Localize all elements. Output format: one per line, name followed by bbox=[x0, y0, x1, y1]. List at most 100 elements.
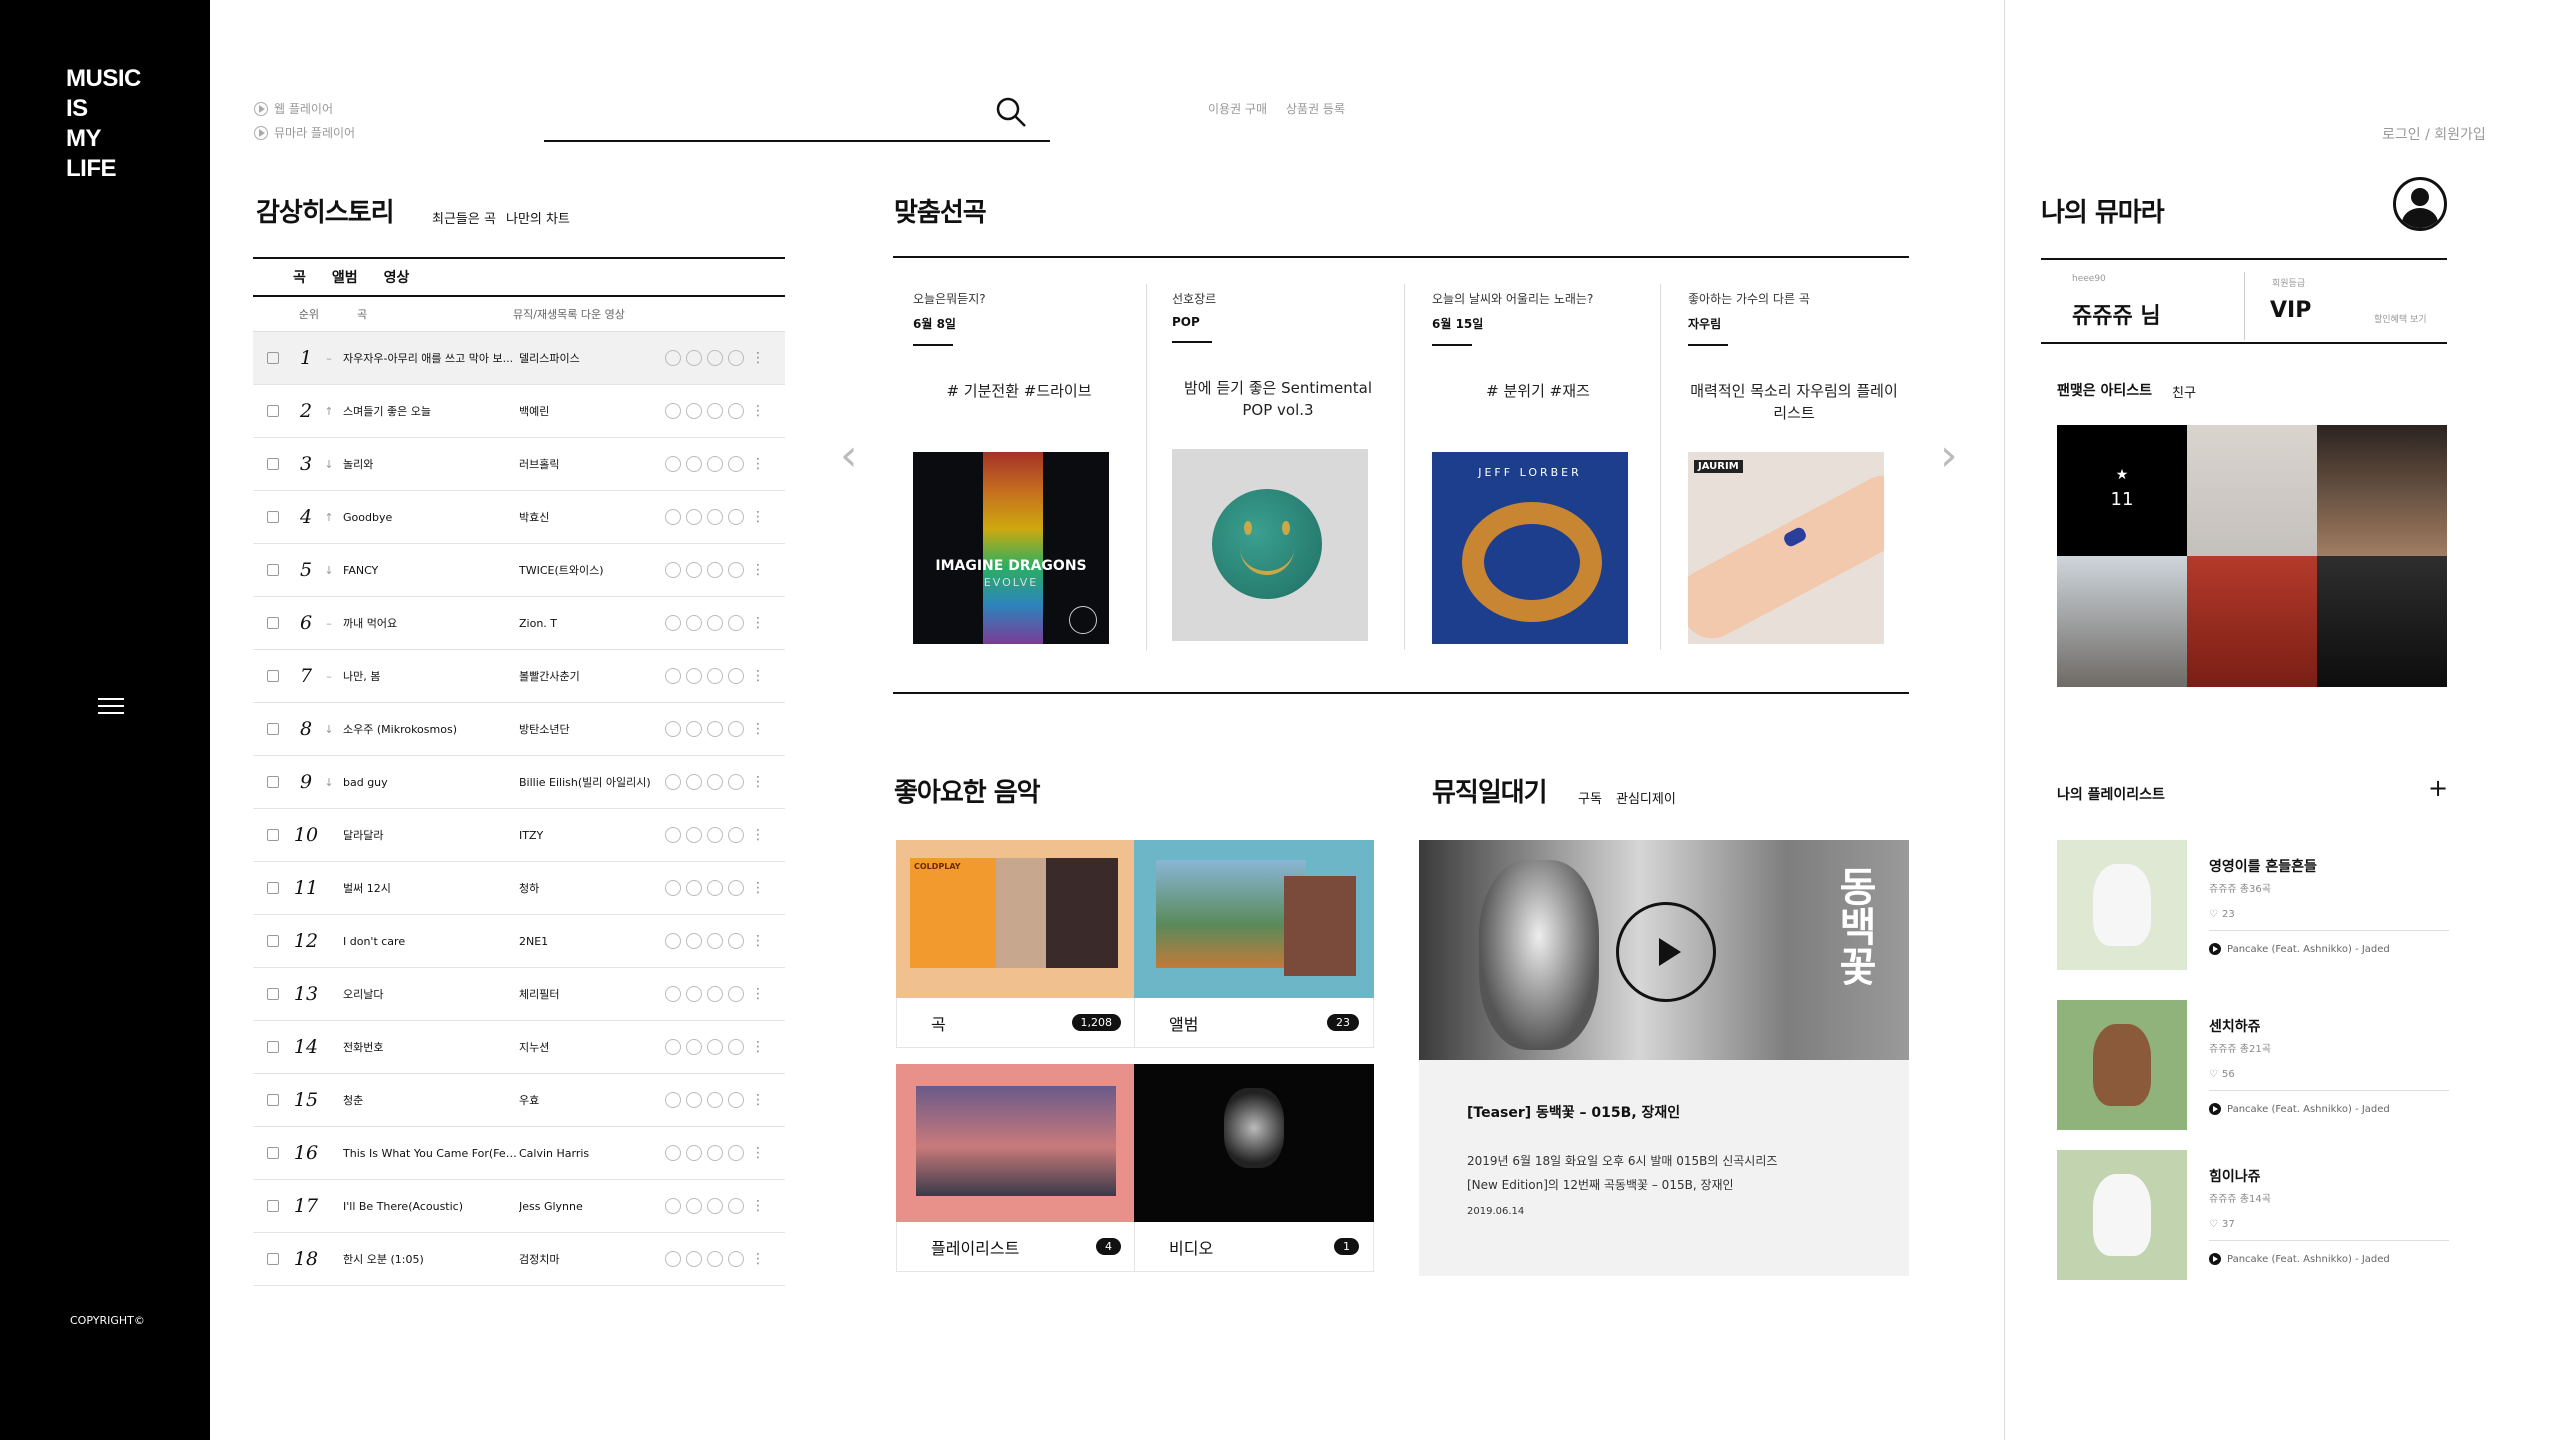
row-checkbox[interactable] bbox=[267, 988, 279, 1000]
search-icon[interactable] bbox=[995, 96, 1027, 128]
video-icon[interactable] bbox=[728, 1251, 744, 1267]
more-icon[interactable]: ⋮ bbox=[751, 1039, 765, 1055]
video-card[interactable]: 동백꽃 [Teaser] 동백꽃 – 015B, 장재인 2019년 6월 18… bbox=[1419, 840, 1909, 1276]
download-icon[interactable] bbox=[707, 721, 723, 737]
download-icon[interactable] bbox=[707, 880, 723, 896]
more-icon[interactable]: ⋮ bbox=[751, 774, 765, 790]
video-icon[interactable] bbox=[728, 615, 744, 631]
benefit-link[interactable]: 할인혜택 보기 bbox=[2374, 312, 2427, 325]
chevron-left-icon[interactable]: ‹ bbox=[840, 430, 858, 481]
add-icon[interactable] bbox=[686, 562, 702, 578]
heart-icon[interactable]: ♡ bbox=[2209, 1219, 2218, 1230]
row-artist[interactable]: 백예린 bbox=[519, 403, 665, 419]
row-artist[interactable]: 체리필터 bbox=[519, 986, 665, 1002]
video-thumbnail[interactable]: 동백꽃 bbox=[1419, 840, 1909, 1060]
row-song[interactable]: This Is What You Came For(Fea... bbox=[339, 1147, 519, 1160]
playlist-item[interactable]: 센치하쥬 쥬쥬쥬 총21곡 ♡ 56 Pancake (Feat. Ashnikko) … bbox=[2057, 1000, 2449, 1130]
video-icon[interactable] bbox=[728, 1039, 744, 1055]
download-icon[interactable] bbox=[707, 933, 723, 949]
profile-icon[interactable] bbox=[2393, 177, 2447, 231]
playlist-name[interactable]: 힘이나쥬 bbox=[2209, 1166, 2449, 1186]
row-artist[interactable]: 검정치마 bbox=[519, 1251, 665, 1267]
heart-icon[interactable]: ♡ bbox=[2209, 909, 2218, 920]
row-song[interactable]: 벌써 12시 bbox=[339, 880, 519, 896]
more-icon[interactable]: ⋮ bbox=[751, 1198, 765, 1214]
play-icon[interactable] bbox=[665, 1251, 681, 1267]
more-icon[interactable]: ⋮ bbox=[751, 721, 765, 737]
video-icon[interactable] bbox=[728, 668, 744, 684]
download-icon[interactable] bbox=[707, 350, 723, 366]
add-icon[interactable] bbox=[686, 721, 702, 737]
playlist-thumbnail[interactable] bbox=[2057, 1000, 2187, 1130]
add-icon[interactable] bbox=[686, 774, 702, 790]
row-song[interactable]: 한시 오분 (1:05) bbox=[339, 1251, 519, 1267]
more-icon[interactable]: ⋮ bbox=[751, 668, 765, 684]
play-circle-icon[interactable] bbox=[1069, 606, 1097, 634]
playlist-item[interactable]: 영영이를 흔들흔들 쥬쥬쥬 총36곡 ♡ 23 Pancake (Feat. Ashni… bbox=[2057, 840, 2449, 970]
play-icon[interactable] bbox=[665, 403, 681, 419]
row-artist[interactable]: 델리스파이스 bbox=[519, 350, 665, 366]
add-playlist-icon[interactable]: + bbox=[2428, 774, 2448, 802]
video-icon[interactable] bbox=[728, 1092, 744, 1108]
logo[interactable]: MUSIC IS MY LIFE bbox=[66, 64, 141, 184]
play-icon[interactable] bbox=[665, 986, 681, 1002]
more-icon[interactable]: ⋮ bbox=[751, 456, 765, 472]
table-row[interactable]: 7– 나만, 봄 볼빨간사춘기 ⋮ bbox=[253, 650, 785, 703]
download-icon[interactable] bbox=[707, 403, 723, 419]
table-row[interactable]: 5 ↓ FANCY TWICE(트와이스) ⋮ bbox=[253, 544, 785, 597]
video-icon[interactable] bbox=[728, 774, 744, 790]
video-title[interactable]: [Teaser] 동백꽃 – 015B, 장재인 bbox=[1467, 1102, 1680, 1122]
table-row[interactable]: 6– 까내 먹어요 Zion. T ⋮ bbox=[253, 597, 785, 650]
row-checkbox[interactable] bbox=[267, 511, 279, 523]
download-icon[interactable] bbox=[707, 562, 723, 578]
liked-tile-albums[interactable]: 앨범 23 bbox=[1134, 840, 1374, 1048]
video-icon[interactable] bbox=[728, 509, 744, 525]
row-song[interactable]: 까내 먹어요 bbox=[339, 615, 519, 631]
video-icon[interactable] bbox=[728, 562, 744, 578]
search-input[interactable] bbox=[544, 140, 1050, 142]
add-icon[interactable] bbox=[686, 1039, 702, 1055]
add-icon[interactable] bbox=[686, 933, 702, 949]
liked-tile-songs[interactable]: COLDPLAY 곡 1,208 bbox=[896, 840, 1136, 1048]
fav-artist-count[interactable]: ★ 11 bbox=[2057, 425, 2187, 556]
album-cover[interactable]: JAURIM bbox=[1688, 452, 1884, 644]
download-icon[interactable] bbox=[707, 1145, 723, 1161]
tab-recent[interactable]: 최근들은 곡 bbox=[432, 208, 496, 227]
row-checkbox[interactable] bbox=[267, 1094, 279, 1106]
download-icon[interactable] bbox=[707, 456, 723, 472]
more-icon[interactable]: ⋮ bbox=[751, 1145, 765, 1161]
table-row[interactable]: 16 This Is What You Came For(Fea... Calvin… bbox=[253, 1127, 785, 1180]
play-icon[interactable] bbox=[665, 668, 681, 684]
video-icon[interactable] bbox=[728, 933, 744, 949]
video-icon[interactable] bbox=[728, 456, 744, 472]
play-icon[interactable] bbox=[665, 1092, 681, 1108]
more-icon[interactable]: ⋮ bbox=[751, 403, 765, 419]
row-checkbox[interactable] bbox=[267, 458, 279, 470]
row-checkbox[interactable] bbox=[267, 829, 279, 841]
row-checkbox[interactable] bbox=[267, 882, 279, 894]
more-icon[interactable]: ⋮ bbox=[751, 1092, 765, 1108]
add-icon[interactable] bbox=[686, 615, 702, 631]
play-icon[interactable] bbox=[2209, 1103, 2221, 1115]
table-row[interactable]: 10 달라달라 ITZY ⋮ bbox=[253, 809, 785, 862]
row-artist[interactable]: 방탄소년단 bbox=[519, 721, 665, 737]
more-icon[interactable]: ⋮ bbox=[751, 615, 765, 631]
row-checkbox[interactable] bbox=[267, 670, 279, 682]
row-song[interactable]: 나만, 봄 bbox=[339, 668, 519, 684]
album-cover[interactable]: IMAGINE DRAGONS EVOLVE bbox=[913, 452, 1109, 644]
liked-tile-videos[interactable]: 비디오 1 bbox=[1134, 1064, 1374, 1272]
table-row[interactable]: 4 ↑ Goodbye 박효신 ⋮ bbox=[253, 491, 785, 544]
row-artist[interactable]: 2NE1 bbox=[519, 935, 665, 948]
product-register-link[interactable]: 상품권 등록 bbox=[1286, 100, 1345, 117]
row-checkbox[interactable] bbox=[267, 1147, 279, 1159]
row-artist[interactable]: 청하 bbox=[519, 880, 665, 896]
more-icon[interactable]: ⋮ bbox=[751, 880, 765, 896]
add-icon[interactable] bbox=[686, 1092, 702, 1108]
more-icon[interactable]: ⋮ bbox=[751, 562, 765, 578]
buy-ticket-link[interactable]: 이용권 구매 bbox=[1208, 100, 1267, 117]
playlist-name[interactable]: 센치하쥬 bbox=[2209, 1016, 2449, 1036]
tab-my-chart[interactable]: 나만의 차트 bbox=[506, 208, 570, 227]
play-icon[interactable] bbox=[665, 1039, 681, 1055]
add-icon[interactable] bbox=[686, 456, 702, 472]
download-icon[interactable] bbox=[707, 615, 723, 631]
